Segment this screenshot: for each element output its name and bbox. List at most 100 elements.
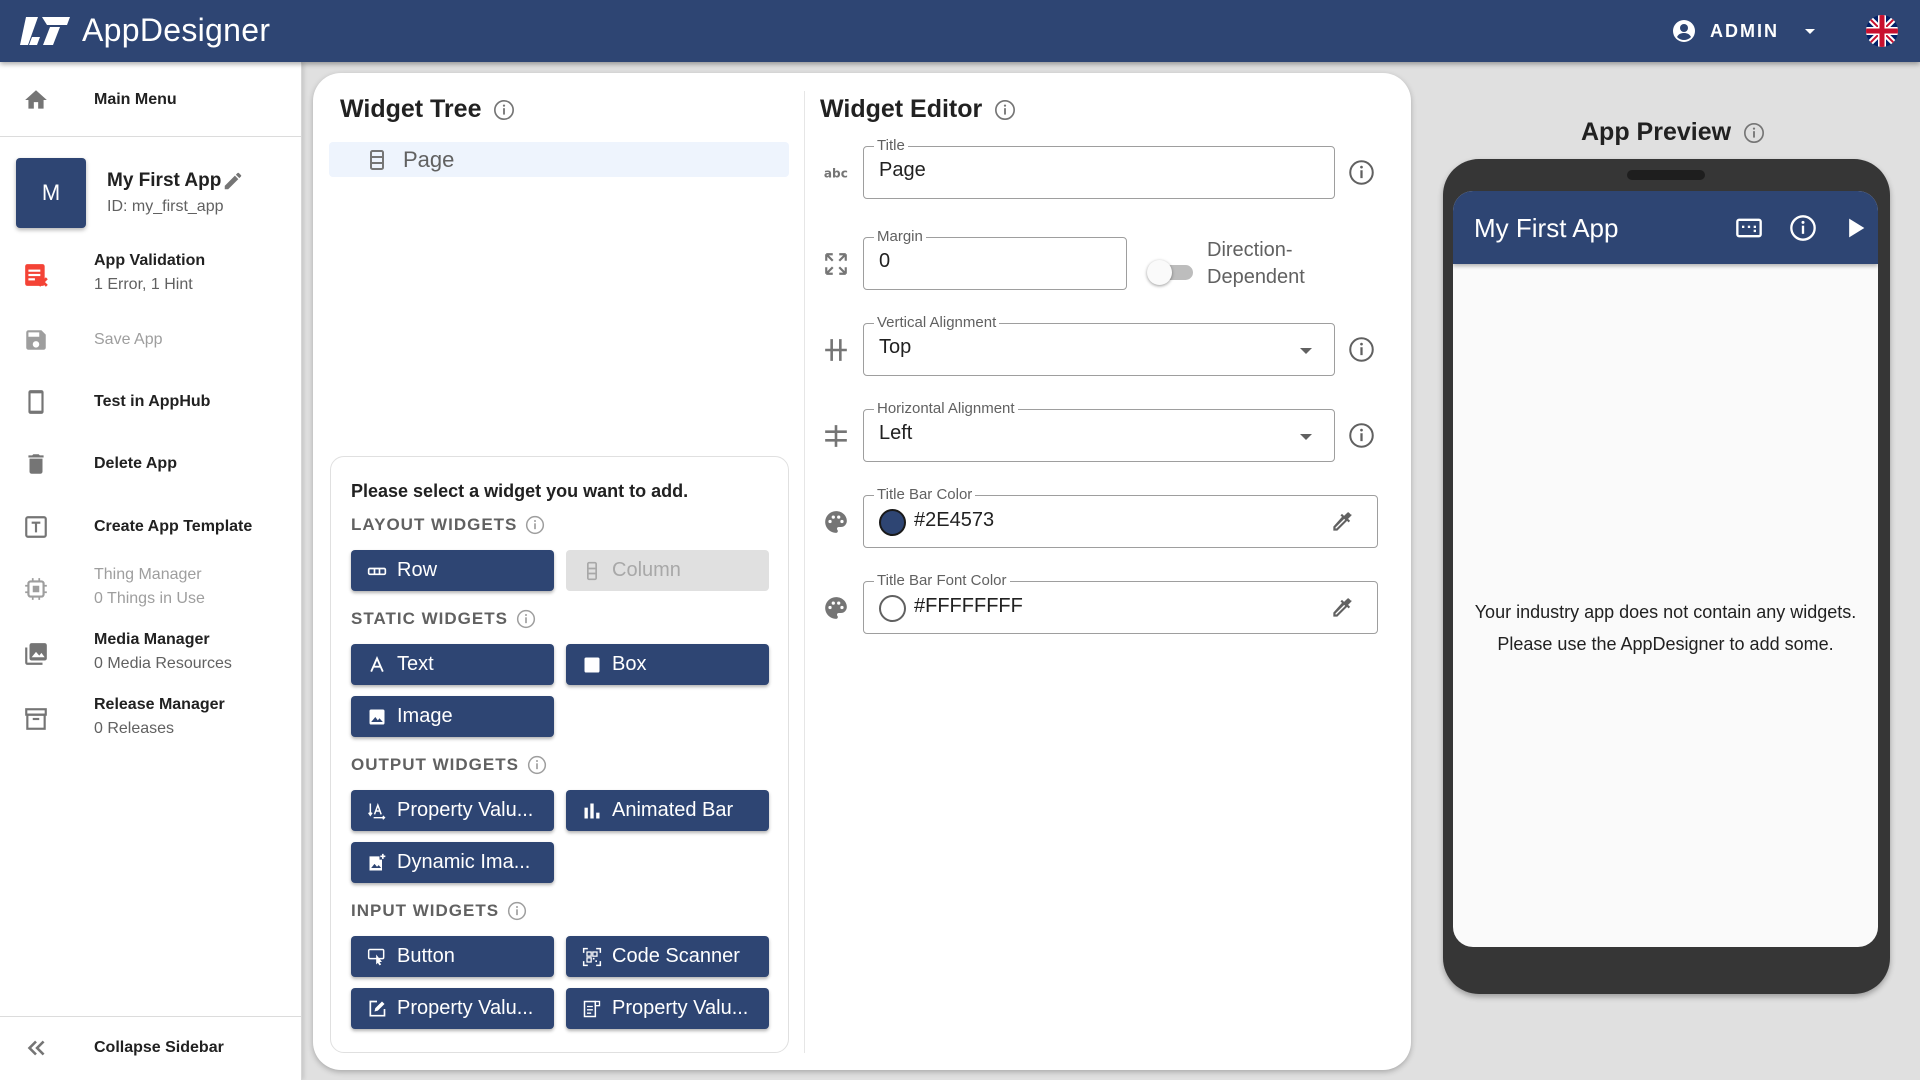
collapse-sidebar-button[interactable]: Collapse Sidebar [0, 1030, 301, 1066]
sidebar-item-subtitle: 0 Media Resources [94, 655, 232, 672]
keyboard-icon[interactable] [1735, 214, 1763, 242]
add-property-value-edit-button[interactable]: Property Valu... [351, 988, 554, 1029]
add-text-button[interactable]: Text [351, 644, 554, 685]
phone-frame: My First App Your industry app does not … [1443, 159, 1890, 994]
add-column-button[interactable]: Column [566, 550, 769, 591]
empty-message-line: Your industry app does not contain any w… [1474, 602, 1857, 622]
info-icon[interactable] [507, 901, 527, 921]
phone-icon [22, 388, 50, 416]
empty-message-line: Please use the AppDesigner to add some. [1497, 634, 1834, 654]
row-icon [367, 561, 387, 581]
sidebar-item-app-validation[interactable]: App Validation 1 Error, 1 Hint [0, 250, 301, 300]
sidebar-item-label: App Validation [94, 252, 206, 269]
add-animated-bar-button[interactable]: Animated Bar [566, 790, 769, 831]
field-label: Horizontal Alignment [874, 400, 1018, 417]
widget-tree-title: Widget Tree [340, 95, 482, 123]
group-label-text: STATIC WIDGETS [351, 609, 508, 628]
add-image-button[interactable]: Image [351, 696, 554, 737]
vertical-alignment-select[interactable]: Vertical Alignment Top [863, 314, 1335, 376]
add-dynamic-image-button[interactable]: Dynamic Ima... [351, 842, 554, 883]
edit-square-icon [367, 999, 387, 1019]
sidebar-item-label: Delete App [94, 455, 177, 472]
chip-icon [22, 575, 50, 603]
account-circle-icon [1673, 20, 1695, 42]
palette-icon [822, 508, 850, 536]
vertical-align-icon [822, 336, 850, 364]
info-icon[interactable] [525, 515, 545, 535]
info-icon[interactable] [1348, 422, 1375, 449]
preview-app-title: My First App [1474, 213, 1619, 243]
margin-input[interactable] [879, 250, 1089, 273]
add-row-button[interactable]: Row [351, 550, 554, 591]
sidebar-item-release-manager[interactable]: Release Manager 0 Releases [0, 694, 301, 744]
widget-button-label: Row [397, 559, 438, 581]
dropdown-arrow-icon [1300, 434, 1312, 440]
widget-picker: Please select a widget you want to add. … [330, 456, 789, 1053]
sidebar-item-main-menu[interactable]: Main Menu [0, 82, 301, 118]
language-flag-uk-icon[interactable] [1866, 15, 1898, 47]
eyedropper-icon[interactable] [1329, 595, 1355, 621]
add-property-value-output-button[interactable]: Property Valu... [351, 790, 554, 831]
app-avatar: M [16, 158, 86, 228]
sidebar-item-label: Main Menu [94, 91, 177, 108]
logo-icon [20, 16, 70, 45]
color-swatch[interactable] [879, 509, 906, 536]
edit-pencil-icon[interactable] [222, 170, 244, 192]
direction-dependent-toggle[interactable] [1147, 258, 1197, 286]
color-swatch[interactable] [879, 595, 906, 622]
widget-button-label: Text [397, 653, 434, 675]
sidebar-item-save-app[interactable]: Save App [0, 322, 301, 358]
sidebar-item-label: Test in AppHub [94, 393, 211, 410]
title-field[interactable]: Title [863, 137, 1335, 199]
app-preview-title: App Preview [1581, 118, 1732, 146]
trash-icon [22, 450, 50, 478]
eyedropper-icon[interactable] [1329, 509, 1355, 535]
app-id: ID: my_first_app [107, 198, 224, 215]
sidebar-divider [0, 1016, 301, 1017]
margin-field[interactable]: Margin [863, 228, 1127, 290]
user-name: ADMIN [1710, 20, 1779, 41]
widget-button-label: Property Valu... [397, 799, 534, 821]
add-button-widget-button[interactable]: Button [351, 936, 554, 977]
bar-chart-icon [582, 801, 602, 821]
add-property-value-form-button[interactable]: Property Valu... [566, 988, 769, 1029]
sidebar-item-delete-app[interactable]: Delete App [0, 446, 301, 482]
play-icon[interactable] [1841, 214, 1869, 242]
info-icon[interactable] [1789, 214, 1817, 242]
app-logo[interactable]: AppDesigner [20, 12, 270, 49]
sidebar: Main Menu M My First App ID: my_first_ap… [0, 62, 302, 1080]
title-bar-font-color-field[interactable]: Title Bar Font Color #FFFFFFFF [863, 572, 1378, 634]
user-menu[interactable]: ADMIN [1672, 16, 1815, 46]
select-value: Top [879, 336, 912, 358]
sidebar-item-label: Collapse Sidebar [94, 1039, 224, 1056]
title-bar-color-field[interactable]: Title Bar Color #2E4573 [863, 486, 1378, 548]
select-value: Left [879, 422, 913, 444]
sidebar-item-thing-manager[interactable]: Thing Manager 0 Things in Use [0, 564, 301, 614]
add-box-button[interactable]: Box [566, 644, 769, 685]
double-chevron-left-icon [22, 1034, 50, 1062]
info-icon[interactable] [1743, 122, 1765, 144]
sidebar-item-media-manager[interactable]: Media Manager 0 Media Resources [0, 629, 301, 679]
app-preview-heading: App Preview [1581, 118, 1765, 147]
info-icon[interactable] [493, 99, 515, 121]
image-icon [367, 707, 387, 727]
expand-margin-icon [822, 250, 850, 278]
title-input[interactable] [879, 159, 1255, 182]
widget-editor-title: Widget Editor [820, 95, 983, 123]
text-icon [367, 655, 387, 675]
add-code-scanner-button[interactable]: Code Scanner [566, 936, 769, 977]
widget-button-label: Column [612, 559, 681, 581]
info-icon[interactable] [527, 755, 547, 775]
column-layout-icon [370, 149, 384, 170]
info-icon[interactable] [994, 99, 1016, 121]
widget-editor-heading: Widget Editor [820, 95, 1016, 124]
info-icon[interactable] [1348, 336, 1375, 363]
info-icon[interactable] [516, 609, 536, 629]
horizontal-alignment-select[interactable]: Horizontal Alignment Left [863, 400, 1335, 462]
tree-node-page[interactable]: Page [329, 142, 789, 177]
sidebar-item-test-in-apphub[interactable]: Test in AppHub [0, 384, 301, 420]
info-icon[interactable] [1348, 159, 1375, 186]
box-icon [582, 655, 602, 675]
sidebar-item-create-app-template[interactable]: Create App Template [0, 509, 301, 545]
toggle-thumb [1147, 260, 1172, 285]
